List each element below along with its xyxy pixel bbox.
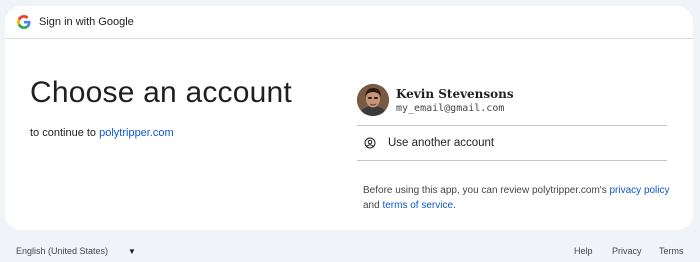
privacy-link[interactable]: Privacy bbox=[612, 246, 642, 256]
language-selector[interactable]: English (United States) ▼ bbox=[16, 246, 136, 256]
account-email: my_email@gmail.com bbox=[396, 102, 505, 114]
use-another-account-button[interactable]: Use another account bbox=[357, 126, 667, 160]
caret-down-icon: ▼ bbox=[128, 246, 136, 256]
avatar bbox=[357, 84, 389, 116]
footer: English (United States) ▼ Help Privacy T… bbox=[0, 240, 700, 262]
account-name: Kevin Stevensons bbox=[396, 86, 514, 101]
divider bbox=[357, 160, 667, 161]
page-title: Choose an account bbox=[30, 76, 292, 109]
account-info: Kevin Stevensons my_email@gmail.com bbox=[396, 87, 514, 114]
terms-of-service-link[interactable]: terms of service bbox=[382, 200, 453, 211]
avatar-image bbox=[357, 84, 389, 116]
help-link[interactable]: Help bbox=[574, 246, 593, 256]
card-header: Sign in with Google bbox=[5, 6, 693, 39]
notice-text-mid: and bbox=[363, 200, 383, 211]
app-link[interactable]: polytripper.com bbox=[99, 127, 174, 139]
account-list: Kevin Stevensons my_email@gmail.com Use … bbox=[357, 80, 667, 161]
google-g-icon bbox=[17, 15, 31, 29]
notice-text: Before using this app, you can review po… bbox=[363, 185, 610, 196]
header-title: Sign in with Google bbox=[39, 16, 134, 28]
privacy-policy-link[interactable]: privacy policy bbox=[609, 185, 669, 196]
privacy-notice: Before using this app, you can review po… bbox=[363, 183, 683, 213]
use-another-account-label: Use another account bbox=[388, 137, 495, 149]
language-label: English (United States) bbox=[16, 246, 109, 256]
person-circle-icon bbox=[364, 137, 376, 149]
terms-link[interactable]: Terms bbox=[659, 246, 684, 256]
account-item[interactable]: Kevin Stevensons my_email@gmail.com bbox=[357, 80, 667, 120]
sign-in-card: Sign in with Google Choose an account to… bbox=[5, 6, 693, 230]
subtitle: to continue to polytripper.com bbox=[30, 127, 174, 139]
subtitle-text: to continue to bbox=[30, 127, 100, 139]
title-block: Choose an account bbox=[30, 76, 292, 110]
notice-text-end: . bbox=[453, 200, 456, 211]
